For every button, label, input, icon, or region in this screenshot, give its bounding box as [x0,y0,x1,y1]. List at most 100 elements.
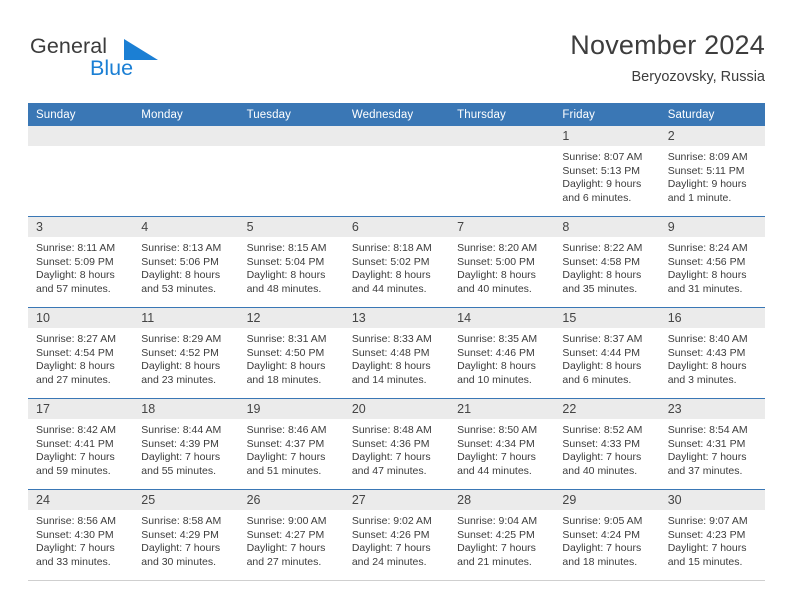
day-daylight2-text: and 40 minutes. [457,282,532,295]
calendar-week-row: 17 Sunrise: 8:42 AM Sunset: 4:41 PM Dayligh… [28,398,765,490]
day-daylight2-text: and 57 minutes. [36,282,111,295]
calendar-day-cell[interactable]: 23 Sunrise: 8:54 AM Sunset: 4:31 PM Dayligh… [659,398,765,490]
calendar-day-cell[interactable]: 2 Sunrise: 8:09 AM Sunset: 5:11 PM Daylight… [659,126,765,217]
calendar-day-cell[interactable]: 13 Sunrise: 8:33 AM Sunset: 4:48 PM Dayligh… [343,307,450,399]
day-sunrise-text: Sunrise: 9:02 AM [351,515,432,527]
day-sun-info: Sunrise: 8:40 AM Sunset: 4:43 PM Daylight:… [660,328,765,387]
day-sunrise-text: Sunrise: 8:15 AM [246,242,327,254]
day-daylight1-text: Daylight: 8 hours [667,360,747,373]
day-sunrise-text: Sunrise: 8:22 AM [562,242,643,254]
day-sunset-text: Sunset: 4:31 PM [667,437,746,450]
calendar-day-cell[interactable]: 5 Sunrise: 8:15 AM Sunset: 5:04 PM Daylight… [238,216,344,308]
day-cell-inner: 7 Sunrise: 8:20 AM Sunset: 5:00 PM Daylight… [449,217,555,307]
day-number: 22 [554,399,660,419]
calendar-day-cell[interactable]: 26 Sunrise: 9:00 AM Sunset: 4:27 PM Dayligh… [238,489,344,581]
day-number [238,126,344,146]
calendar-day-cell[interactable]: 1 Sunrise: 8:07 AM Sunset: 5:13 PM Daylight… [554,126,660,217]
day-daylight2-text: and 27 minutes. [246,555,322,568]
day-cell-inner: 21 Sunrise: 8:50 AM Sunset: 4:34 PM Dayligh… [449,399,555,489]
calendar-day-cell[interactable]: 29 Sunrise: 9:05 AM Sunset: 4:24 PM Dayligh… [554,489,660,581]
day-sunrise-text: Sunrise: 8:20 AM [457,242,538,254]
day-sunrise-text: Sunrise: 8:42 AM [36,424,116,436]
day-sunset-text: Sunset: 4:54 PM [36,346,114,359]
day-sunrise-text: Sunrise: 8:35 AM [457,333,538,345]
day-number: 24 [28,490,134,510]
calendar-day-cell[interactable]: 27 Sunrise: 9:02 AM Sunset: 4:26 PM Dayligh… [343,489,450,581]
calendar-day-cell[interactable]: 24 Sunrise: 8:56 AM Sunset: 4:30 PM Dayligh… [28,489,134,581]
day-number: 1 [554,126,660,146]
calendar-day-cell[interactable]: 6 Sunrise: 8:18 AM Sunset: 5:02 PM Daylight… [343,216,450,308]
day-sun-info: Sunrise: 8:13 AM Sunset: 5:06 PM Daylight:… [133,237,238,296]
day-number: 28 [449,490,555,510]
calendar-day-cell-empty [28,126,134,217]
day-cell-inner: 22 Sunrise: 8:52 AM Sunset: 4:33 PM Dayligh… [554,399,660,489]
day-number [133,126,239,146]
day-sun-info: Sunrise: 8:07 AM Sunset: 5:13 PM Daylight:… [554,146,659,205]
day-number: 9 [659,217,765,237]
day-daylight1-text: Daylight: 8 hours [36,360,115,373]
day-sunrise-text: Sunrise: 9:07 AM [667,515,748,527]
calendar-day-cell-empty [449,126,555,217]
day-daylight1-text: Daylight: 8 hours [667,269,747,282]
calendar-day-cell[interactable]: 3 Sunrise: 8:11 AM Sunset: 5:09 PM Daylight… [28,216,134,308]
calendar-day-cell[interactable]: 4 Sunrise: 8:13 AM Sunset: 5:06 PM Daylight… [133,216,239,308]
day-daylight1-text: Daylight: 7 hours [667,542,747,555]
calendar-day-cell[interactable]: 9 Sunrise: 8:24 AM Sunset: 4:56 PM Daylight… [659,216,765,308]
calendar-day-cell[interactable]: 28 Sunrise: 9:04 AM Sunset: 4:25 PM Dayligh… [449,489,555,581]
day-sunset-text: Sunset: 4:29 PM [141,528,219,541]
day-number: 11 [133,308,239,328]
day-cell-inner: 15 Sunrise: 8:37 AM Sunset: 4:44 PM Dayligh… [554,308,660,398]
calendar-table: Sunday Monday Tuesday Wednesday Thursday… [28,103,765,581]
calendar-day-cell[interactable]: 18 Sunrise: 8:44 AM Sunset: 4:39 PM Dayligh… [133,398,239,490]
day-cell-inner: 1 Sunrise: 8:07 AM Sunset: 5:13 PM Daylight… [554,126,660,216]
day-sunset-text: Sunset: 4:39 PM [141,437,219,450]
day-sunrise-text: Sunrise: 8:48 AM [351,424,432,436]
day-cell-inner: 24 Sunrise: 8:56 AM Sunset: 4:30 PM Dayligh… [28,490,134,580]
day-sun-info: Sunrise: 8:09 AM Sunset: 5:11 PM Daylight:… [660,146,765,205]
day-cell-inner: 12 Sunrise: 8:31 AM Sunset: 4:50 PM Dayligh… [238,308,344,398]
calendar-day-cell[interactable]: 12 Sunrise: 8:31 AM Sunset: 4:50 PM Dayligh… [238,307,344,399]
day-number: 29 [554,490,660,510]
weekday-header-friday: Friday [554,103,660,126]
calendar-day-cell[interactable]: 14 Sunrise: 8:35 AM Sunset: 4:46 PM Dayligh… [449,307,555,399]
calendar-day-cell[interactable]: 20 Sunrise: 8:48 AM Sunset: 4:36 PM Dayligh… [343,398,450,490]
day-cell-inner: 8 Sunrise: 8:22 AM Sunset: 4:58 PM Daylight… [554,217,660,307]
day-sun-info: Sunrise: 9:02 AM Sunset: 4:26 PM Daylight:… [344,510,449,569]
day-number: 12 [238,308,344,328]
day-daylight2-text: and 10 minutes. [457,373,532,386]
day-number [28,126,134,146]
day-cell-inner [133,126,239,216]
day-daylight2-text: and 59 minutes. [36,464,111,477]
calendar-day-cell[interactable]: 19 Sunrise: 8:46 AM Sunset: 4:37 PM Dayligh… [238,398,344,490]
day-sun-info: Sunrise: 8:48 AM Sunset: 4:36 PM Daylight:… [344,419,449,478]
page-title: November 2024 [570,30,765,60]
calendar-header-row: Sunday Monday Tuesday Wednesday Thursday… [28,103,765,126]
day-sunset-text: Sunset: 5:13 PM [562,164,641,177]
calendar-day-cell[interactable]: 22 Sunrise: 8:52 AM Sunset: 4:33 PM Dayligh… [554,398,660,490]
calendar-day-cell[interactable]: 10 Sunrise: 8:27 AM Sunset: 4:54 PM Dayligh… [28,307,134,399]
calendar-day-cell[interactable]: 15 Sunrise: 8:37 AM Sunset: 4:44 PM Dayligh… [554,307,660,399]
day-cell-inner [343,126,450,216]
calendar-day-cell[interactable]: 30 Sunrise: 9:07 AM Sunset: 4:23 PM Dayligh… [659,489,765,581]
day-cell-inner: 16 Sunrise: 8:40 AM Sunset: 4:43 PM Dayligh… [659,308,765,398]
day-sunset-text: Sunset: 4:48 PM [351,346,430,359]
calendar-day-cell[interactable]: 21 Sunrise: 8:50 AM Sunset: 4:34 PM Dayligh… [449,398,555,490]
day-daylight1-text: Daylight: 7 hours [457,451,536,464]
weekday-header-saturday: Saturday [659,103,765,126]
calendar-day-cell[interactable]: 8 Sunrise: 8:22 AM Sunset: 4:58 PM Daylight… [554,216,660,308]
calendar-day-cell[interactable]: 7 Sunrise: 8:20 AM Sunset: 5:00 PM Daylight… [449,216,555,308]
day-number: 10 [28,308,134,328]
day-cell-inner: 19 Sunrise: 8:46 AM Sunset: 4:37 PM Dayligh… [238,399,344,489]
day-daylight2-text: and 14 minutes. [351,373,427,386]
calendar-day-cell[interactable]: 11 Sunrise: 8:29 AM Sunset: 4:52 PM Dayligh… [133,307,239,399]
day-sun-info: Sunrise: 8:29 AM Sunset: 4:52 PM Daylight:… [133,328,238,387]
day-sunset-text: Sunset: 4:33 PM [562,437,641,450]
day-sun-info: Sunrise: 8:15 AM Sunset: 5:04 PM Daylight:… [239,237,344,296]
calendar-day-cell[interactable]: 16 Sunrise: 8:40 AM Sunset: 4:43 PM Dayligh… [659,307,765,399]
day-daylight2-text: and 24 minutes. [351,555,427,568]
calendar-day-cell[interactable]: 25 Sunrise: 8:58 AM Sunset: 4:29 PM Dayligh… [133,489,239,581]
day-sun-info: Sunrise: 8:18 AM Sunset: 5:02 PM Daylight:… [344,237,449,296]
calendar-day-cell[interactable]: 17 Sunrise: 8:42 AM Sunset: 4:41 PM Dayligh… [28,398,134,490]
day-daylight2-text: and 1 minute. [667,191,732,204]
day-sun-info: Sunrise: 8:11 AM Sunset: 5:09 PM Daylight:… [28,237,133,296]
